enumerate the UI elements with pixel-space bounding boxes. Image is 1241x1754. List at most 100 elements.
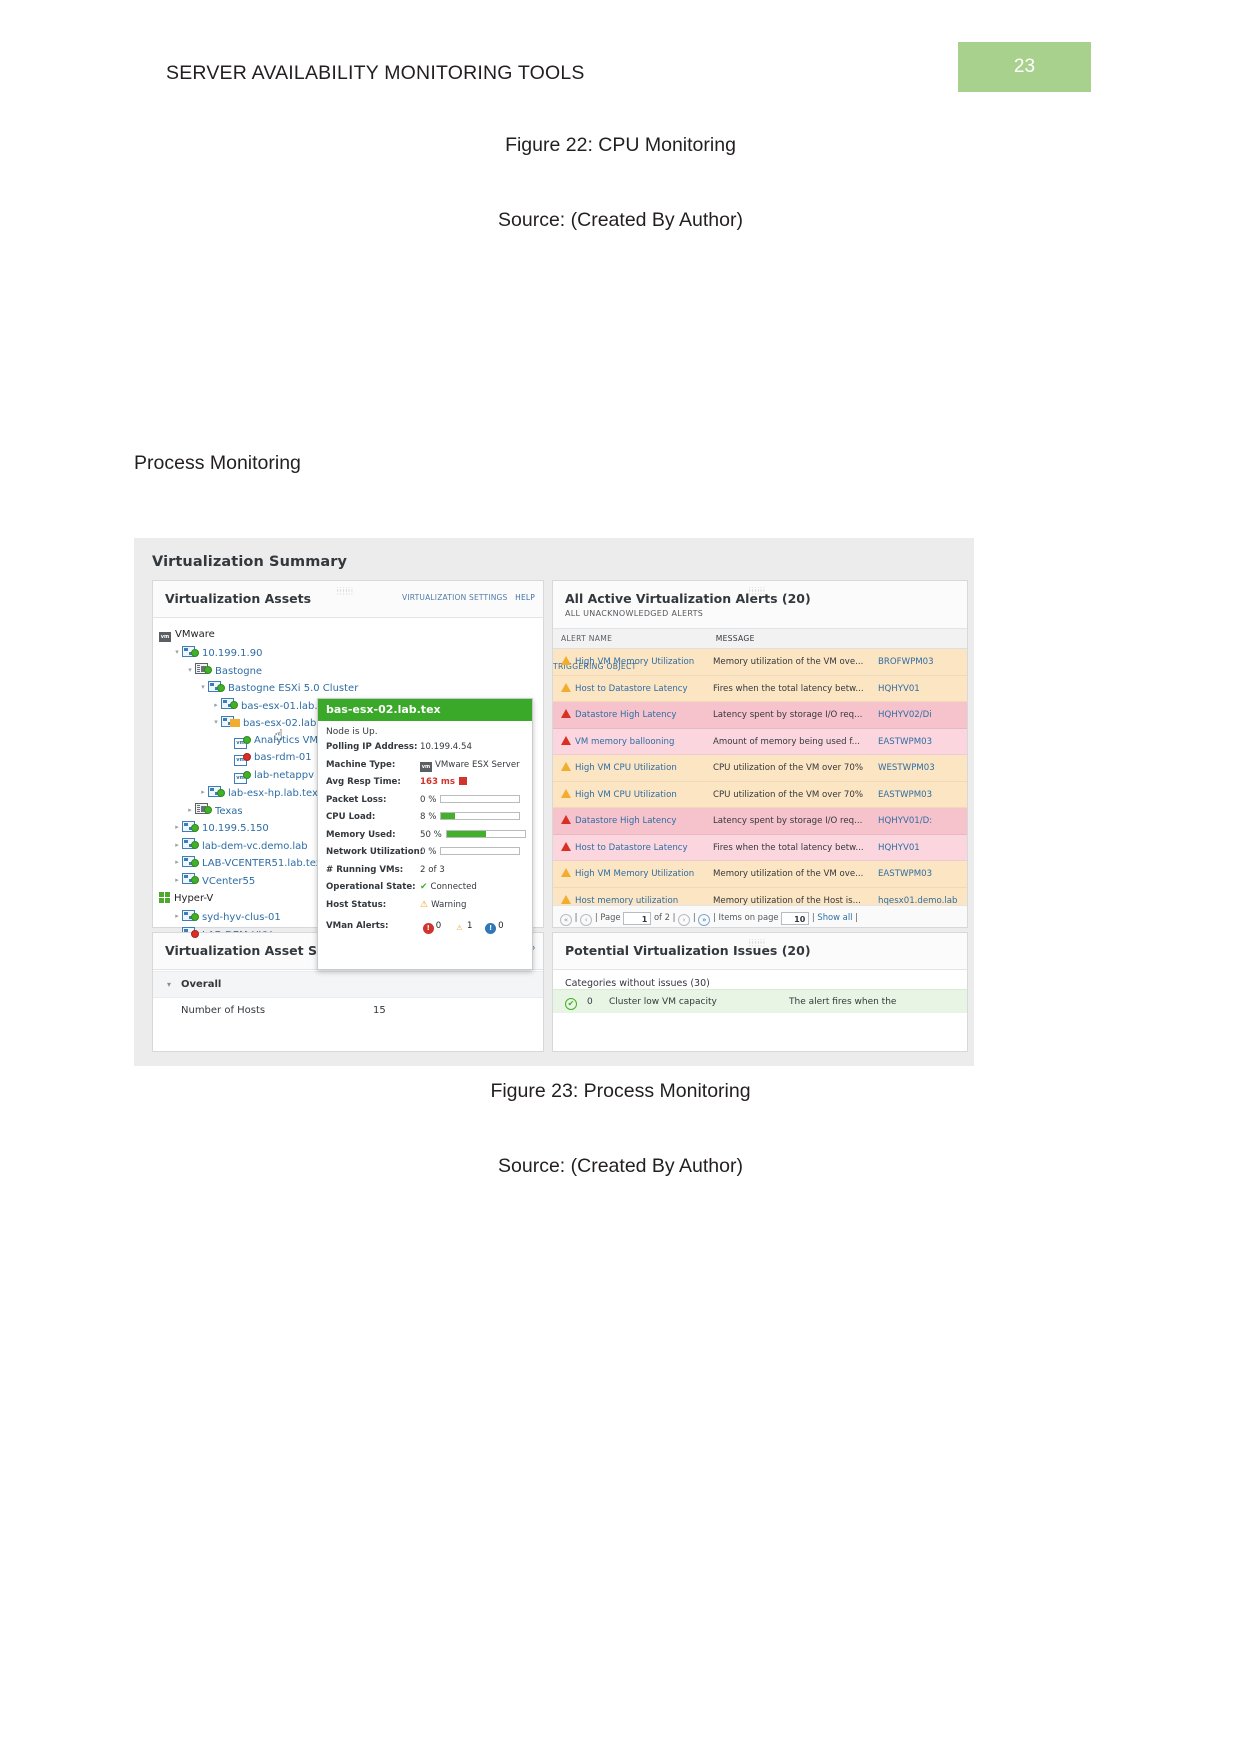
asset-tree-label: bas-esx-01.lab.t (241, 700, 322, 712)
column-message[interactable]: MESSAGE (716, 629, 881, 649)
check-circle-icon: ✔ (420, 882, 428, 892)
asset-summary-row: Number of Hosts 15 (153, 997, 543, 1023)
alert-row[interactable]: High VM CPU Utilization CPU utilization o… (553, 781, 967, 809)
critical-severity-icon (561, 735, 571, 745)
asset-tree-label: lab-dem-vc.demo.lab (202, 840, 308, 852)
status-up-icon (217, 788, 225, 797)
alert-message-cell: Memory utilization of the VM ove... (713, 657, 864, 667)
chevron-down-icon[interactable]: ▾ (167, 972, 181, 998)
items-on-page-input[interactable]: 10 (781, 912, 810, 925)
chevron-down-icon[interactable]: ▾ (185, 662, 195, 680)
warning-severity-icon (561, 894, 571, 904)
alert-name-cell[interactable]: High VM CPU Utilization (553, 782, 713, 809)
tooltip-row: Operational State: ✔ Connected (318, 879, 532, 897)
alert-message-cell: Latency spent by storage I/O req... (713, 710, 863, 720)
alert-name-cell[interactable]: Datastore High Latency (553, 808, 713, 835)
chevron-down-icon[interactable]: ▾ (211, 714, 221, 732)
alert-object-cell[interactable]: HQHYV01/D: (878, 808, 962, 835)
critical-severity-icon (561, 815, 571, 824)
tooltip-row: # Running VMs: 2 of 3 (318, 862, 532, 880)
chevron-right-icon[interactable]: ▸ (185, 802, 195, 820)
alert-row[interactable]: Host to Datastore Latency Fires when the … (553, 675, 967, 703)
alert-name-text: Host to Datastore Latency (575, 683, 688, 694)
asset-summary-value: 15 (373, 1005, 386, 1016)
critical-alert-icon: ! (422, 923, 434, 934)
alert-row[interactable]: Datastore High Latency Latency spent by s… (553, 808, 967, 835)
alert-object-cell[interactable]: HQHYV02/Di (878, 702, 962, 729)
alert-name-cell[interactable]: Datastore High Latency (553, 702, 713, 729)
alerts-panel-title: All Active Virtualization Alerts (20) (565, 591, 811, 606)
asset-tree-node[interactable]: ▾ Bastogne ESXi 5.0 Cluster (153, 679, 543, 697)
chevron-down-icon[interactable]: ▾ (198, 679, 208, 697)
drag-handle-icon[interactable]: ∷∷∷∷∷∷ (337, 587, 359, 595)
chevron-right-icon[interactable]: ▸ (211, 697, 221, 715)
tooltip-row: Network Utilization:0 % (318, 844, 532, 862)
chevron-right-icon[interactable]: ▸ (172, 908, 182, 926)
asset-tree-node[interactable]: ▾ Bastogne (153, 662, 543, 680)
alert-row[interactable]: Datastore High Latency Latency spent by s… (553, 702, 967, 729)
alert-message-cell: CPU utilization of the VM over 70% (713, 789, 864, 800)
alert-name-cell[interactable]: Host to Datastore Latency (553, 835, 713, 862)
show-all-link[interactable]: Show all (817, 912, 852, 922)
alert-object-cell[interactable]: HQHYV01 (878, 676, 962, 703)
column-alert-name[interactable]: ALERT NAME (553, 629, 713, 649)
drag-handle-icon[interactable]: ∷∷∷∷∷∷ (749, 587, 771, 595)
virtualization-summary-title: Virtualization Summary (152, 554, 348, 570)
hyperv-logo-icon (159, 892, 170, 903)
chevron-right-icon[interactable]: ▸ (198, 784, 208, 802)
alert-row[interactable]: VM memory ballooning Amount of memory bei… (553, 728, 967, 756)
alert-name-cell[interactable]: High VM Memory Utilization (553, 649, 713, 676)
assets-help-link[interactable]: HELP (515, 593, 535, 602)
issue-description: The alert fires when the (789, 997, 897, 1007)
warning-triangle-icon: ⚠ (420, 899, 429, 910)
tooltip-row-label: # Running VMs: (326, 864, 404, 875)
first-page-button[interactable]: « (560, 914, 572, 926)
issue-row[interactable]: ✔ 0 Cluster low VM capacity The alert fires… (553, 989, 967, 1013)
chevron-right-icon[interactable]: ▸ (172, 819, 182, 837)
chevron-right-icon[interactable]: ▸ (172, 872, 182, 890)
tooltip-row-value: 10.199.4.54 (420, 742, 472, 752)
alert-object-cell[interactable]: EASTWPM03 (878, 861, 962, 888)
figure-23-caption: Figure 23: Process Monitoring (490, 1080, 751, 1102)
prev-page-button[interactable]: ‹ (580, 914, 593, 926)
critical-severity-icon (561, 709, 571, 718)
alerts-table-header: ALERT NAME MESSAGE TRIGGERING OBJECT (553, 629, 967, 671)
drag-handle-icon[interactable]: ∷∷∷∷∷∷ (749, 939, 771, 947)
alert-name-cell[interactable]: VM memory ballooning (553, 729, 713, 756)
last-page-button[interactable]: » (698, 914, 711, 926)
asset-summary-group-row[interactable]: ▾ Overall (153, 971, 543, 997)
alert-object-cell[interactable]: WESTWPM03 (878, 755, 962, 782)
metric-bar (459, 777, 468, 785)
alert-name-text: High VM Memory Utilization (575, 657, 695, 667)
next-page-button[interactable]: › (678, 914, 691, 926)
alert-message-cell: Fires when the total latency betw... (713, 842, 864, 853)
alert-row[interactable]: High VM Memory Utilization Memory utiliza… (553, 861, 967, 888)
alert-name-cell[interactable]: High VM Memory Utilization (553, 861, 713, 888)
alert-row[interactable]: High VM Memory Utilization Memory utiliza… (553, 649, 967, 676)
alert-name-text: High VM CPU Utilization (575, 789, 677, 800)
chevron-down-icon[interactable]: ▾ (172, 644, 182, 662)
virtualization-settings-link[interactable]: VIRTUALIZATION SETTINGS (402, 593, 508, 602)
asset-tree-vendor[interactable]: vm VMware (153, 625, 543, 644)
vmware-logo-icon: vm (159, 632, 171, 642)
tooltip-row-value: 163 ms (420, 777, 456, 787)
alert-object-cell[interactable]: HQHYV01 (878, 835, 962, 862)
alert-object-cell[interactable]: BROFWPM03 (878, 649, 962, 676)
asset-tree-node[interactable]: ▾ 10.199.1.90 (153, 644, 543, 662)
chevron-right-icon[interactable]: ▸ (172, 837, 182, 855)
alert-row[interactable]: High VM CPU Utilization CPU utilization o… (553, 755, 967, 782)
metric-bar (440, 812, 521, 820)
alert-object-cell[interactable]: EASTWPM03 (878, 782, 962, 809)
alert-row[interactable]: Host to Datastore Latency Fires when the … (553, 834, 967, 862)
alert-name-cell[interactable]: High VM CPU Utilization (553, 755, 713, 782)
assets-panel-title: Virtualization Assets (165, 591, 312, 606)
page-input[interactable]: 1 (623, 912, 652, 925)
vman-alert-counts: ! 0 ⚠ 1 ! 0 (422, 921, 514, 934)
chevron-right-icon[interactable]: ▸ (172, 854, 182, 872)
issues-panel-subtitle: Categories without issues (30) (565, 978, 710, 989)
tooltip-row-label: Packet Loss: (326, 794, 387, 805)
alert-object-cell[interactable]: EASTWPM03 (878, 729, 962, 756)
alert-name-cell[interactable]: Host to Datastore Latency (553, 676, 713, 703)
critical-alert-count: 0 (435, 921, 444, 931)
section-heading-process-monitoring: Process Monitoring (134, 452, 301, 474)
